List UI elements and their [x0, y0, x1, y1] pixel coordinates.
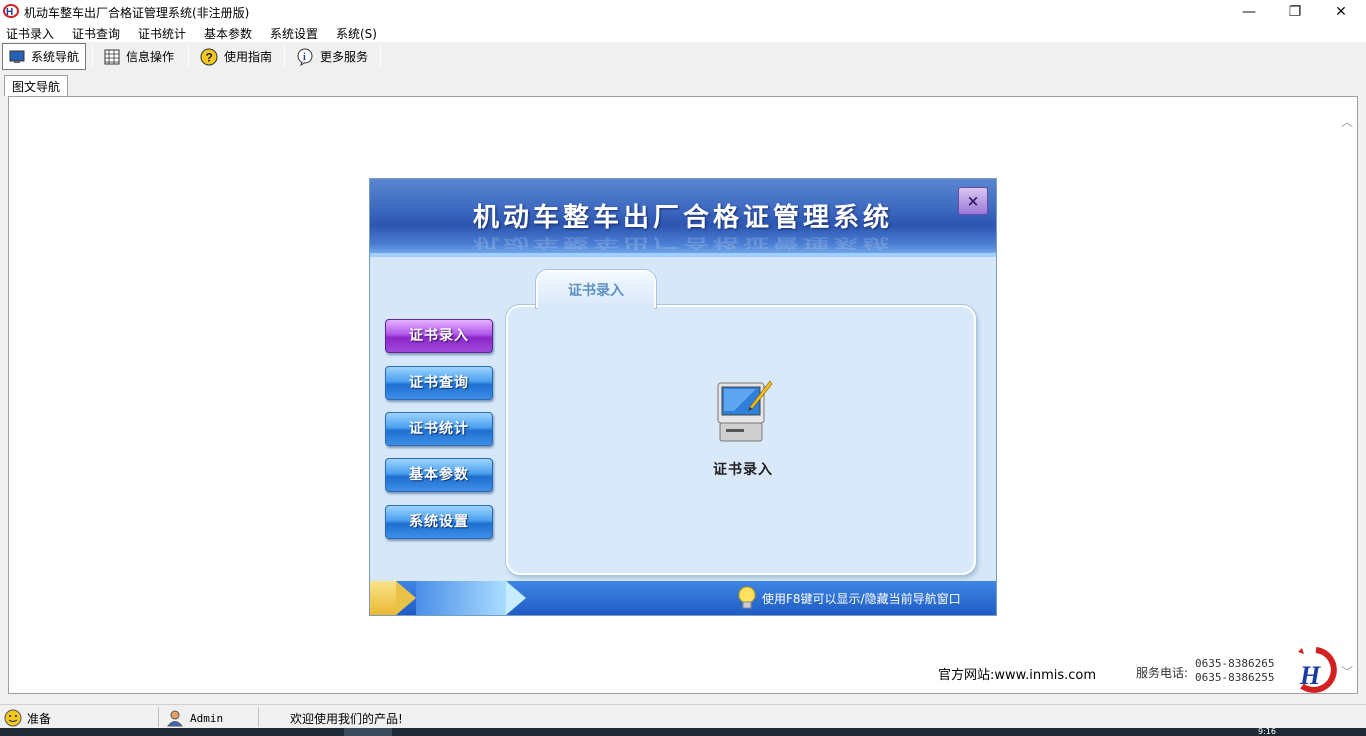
menu-basic-params[interactable]: 基本参数	[204, 25, 252, 42]
window-title: 机动车整车出厂合格证管理系统(非注册版)	[24, 6, 250, 20]
phone-number: 0635-8386265	[1195, 657, 1275, 670]
content-area: 证书录入	[506, 305, 976, 575]
user-guide-button[interactable]: ? 使用指南	[194, 43, 278, 70]
menu-cert-stats[interactable]: 证书统计	[138, 25, 186, 42]
nav-panel-close-button[interactable]: ×	[958, 187, 988, 215]
toolbar-separator	[380, 45, 381, 68]
info-ops-button[interactable]: 信息操作	[98, 43, 180, 70]
taskbar-active-item[interactable]	[344, 728, 392, 736]
content-tab-joint	[538, 303, 654, 309]
footer-decoration	[370, 581, 396, 615]
nav-header-highlight	[370, 253, 996, 257]
close-button[interactable]: ✕	[1318, 0, 1364, 23]
footer-band-decoration	[416, 581, 506, 615]
svg-text:i: i	[303, 52, 306, 63]
status-ready-text: 准备	[27, 711, 52, 726]
monitor-icon	[9, 50, 25, 63]
status-face-icon	[4, 709, 22, 727]
side-button-cert-stats[interactable]: 证书统计	[385, 412, 493, 446]
nav-panel-footer: 使用F8键可以显示/隐藏当前导航窗口	[370, 581, 996, 615]
side-button-system-settings[interactable]: 系统设置	[385, 505, 493, 539]
phone-number: 0635-8386255	[1195, 671, 1275, 684]
f8-hint-text: 使用F8键可以显示/隐藏当前导航窗口	[762, 592, 961, 606]
info-icon: i	[297, 48, 313, 66]
svg-text:H: H	[1299, 661, 1321, 690]
status-separator	[158, 707, 159, 727]
tab-graphic-nav[interactable]: 图文导航	[4, 75, 69, 96]
side-button-cert-query[interactable]: 证书查询	[385, 366, 493, 400]
scroll-down-icon[interactable]: ﹀	[1341, 663, 1353, 680]
cert-entry-label[interactable]: 证书录入	[668, 459, 818, 479]
footer-arrow-decoration	[506, 581, 526, 615]
status-user-text: Admin	[190, 711, 224, 725]
menu-bar: 证书录入 证书查询 证书统计 基本参数 系统设置 系统(S)	[0, 23, 1366, 42]
toolbar-separator	[92, 45, 93, 68]
app-logo-icon: H	[3, 4, 19, 18]
menu-cert-query[interactable]: 证书查询	[72, 25, 120, 42]
more-services-button[interactable]: i 更多服务	[290, 43, 374, 70]
menu-system-settings[interactable]: 系统设置	[270, 25, 318, 42]
computer-edit-icon[interactable]	[716, 377, 772, 445]
status-welcome-text: 欢迎使用我们的产品!	[290, 711, 403, 726]
svg-text:H: H	[6, 7, 13, 18]
minimize-button[interactable]: —	[1226, 0, 1272, 23]
os-taskbar	[0, 728, 1366, 736]
title-bar: H 机动车整车出厂合格证管理系统(非注册版) — ❐ ✕	[0, 0, 1366, 23]
official-website[interactable]: 官方网站:www.inmis.com	[938, 664, 1096, 683]
left-gutter	[0, 96, 8, 706]
status-bar: 准备 Admin 欢迎使用我们的产品!	[0, 704, 1366, 728]
service-phone-numbers: 0635-8386265 0635-8386255	[1195, 657, 1274, 685]
nav-title-reflection: 机动车整车出厂合格证管理系统	[472, 234, 893, 250]
taskbar-clock: 9:16	[1258, 727, 1276, 736]
toolbar-separator	[284, 45, 285, 68]
toolbar: 系统导航 信息操作 ? 使用指南 i 更多服务	[0, 42, 1366, 71]
system-nav-label: 系统导航	[31, 50, 80, 64]
brand-logo-icon: H	[1298, 647, 1337, 693]
side-button-cert-entry[interactable]: 证书录入	[385, 319, 493, 353]
svg-text:?: ?	[206, 50, 213, 64]
user-guide-label: 使用指南	[224, 50, 273, 64]
menu-system[interactable]: 系统(S)	[336, 25, 377, 42]
user-icon	[166, 710, 184, 727]
system-nav-button[interactable]: 系统导航	[2, 43, 87, 70]
status-welcome: 欢迎使用我们的产品!	[290, 708, 403, 728]
status-user: Admin	[165, 708, 223, 728]
grid-icon	[104, 49, 120, 64]
more-services-label: 更多服务	[320, 50, 369, 64]
bottom-gutter	[0, 694, 1366, 704]
service-phone-label: 服务电话:	[1136, 666, 1189, 680]
status-ready: 准备	[4, 708, 51, 728]
info-ops-label: 信息操作	[126, 50, 175, 64]
footer-arrow-decoration	[396, 581, 416, 615]
nav-panel-title: 机动车整车出厂合格证管理系统	[472, 203, 893, 233]
menu-cert-entry[interactable]: 证书录入	[6, 25, 54, 42]
status-separator	[258, 707, 259, 727]
toolbar-separator	[188, 45, 189, 68]
help-icon: ?	[200, 48, 218, 65]
right-gutter	[1358, 96, 1366, 706]
restore-button[interactable]: ❐	[1272, 0, 1318, 23]
navigation-panel: 机动车整车出厂合格证管理系统 机动车整车出厂合格证管理系统 × 证书录入 证书录…	[369, 178, 997, 616]
lightbulb-icon	[738, 586, 756, 609]
side-button-basic-params[interactable]: 基本参数	[385, 458, 493, 492]
document-tab-strip: 图文导航	[0, 71, 1366, 96]
scroll-up-icon[interactable]: ︿	[1341, 113, 1353, 130]
